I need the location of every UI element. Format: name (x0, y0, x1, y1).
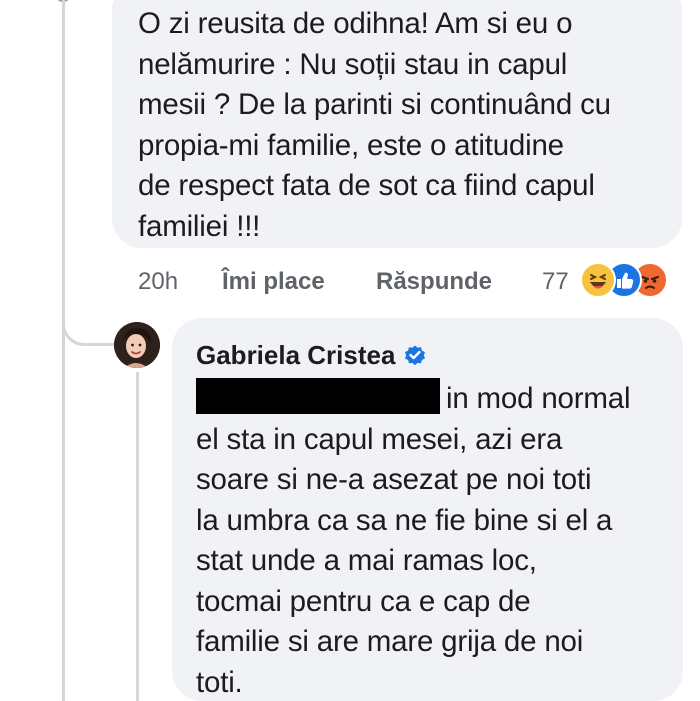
thread-connector (62, 300, 114, 346)
reply-thread-line (136, 372, 139, 701)
comment-actions: 20h Îmi place Răspunde 77 (112, 262, 692, 302)
author-row: Gabriela Cristea (196, 338, 661, 372)
reply-text: in mod normal el sta in capul mesei, azi… (196, 378, 661, 701)
redacted-mention (196, 378, 440, 414)
like-button[interactable]: Îmi place (222, 268, 325, 296)
reply-first-line: in mod normal (446, 382, 631, 415)
comment-text: O zi reusita de odihna! Am si eu o nelăm… (138, 7, 611, 243)
reaction-icons[interactable] (580, 262, 680, 298)
comment-time[interactable]: 20h (138, 268, 178, 296)
author-name[interactable]: Gabriela Cristea (196, 340, 395, 371)
comment-bubble[interactable]: O zi reusita de odihna! Am si eu o nelăm… (112, 0, 682, 248)
reply-body: el sta in capul mesei, azi era soare si … (196, 422, 613, 699)
thread-line (62, 0, 65, 701)
reply-bubble[interactable]: Gabriela Cristea in mod normal el sta in… (172, 318, 683, 701)
reply-button[interactable]: Răspunde (376, 268, 492, 296)
comment-thread: O zi reusita de odihna! Am si eu o nelăm… (0, 0, 700, 701)
avatar[interactable] (114, 322, 160, 368)
haha-reaction-icon (580, 262, 616, 298)
reaction-count[interactable]: 77 (542, 268, 569, 296)
verified-badge-icon (405, 345, 426, 366)
